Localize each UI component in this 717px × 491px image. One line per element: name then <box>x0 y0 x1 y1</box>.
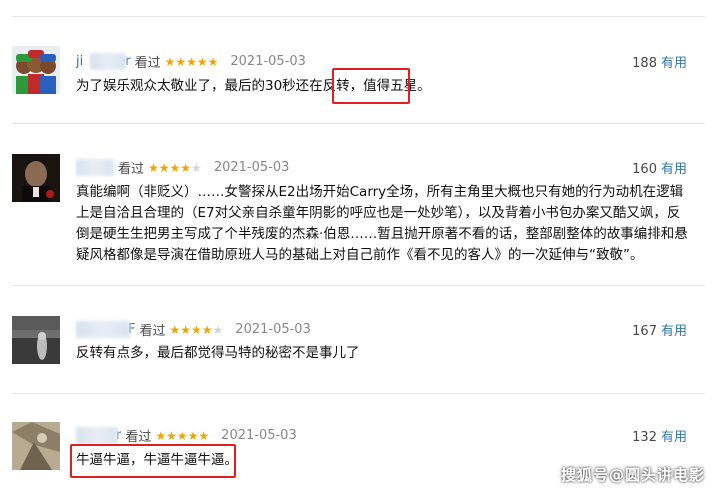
username[interactable]: F <box>76 321 135 338</box>
review-meta: F 看过 ★★★★★ 2021-05-03 <box>76 320 311 339</box>
vote-number: 132 <box>632 430 657 445</box>
avatar-image <box>12 154 60 202</box>
watched-label: 看过 <box>139 324 166 339</box>
highlight-box <box>70 444 236 478</box>
useful-button[interactable]: 有用 <box>661 56 687 71</box>
useful-button[interactable]: 有用 <box>661 324 687 339</box>
avatar[interactable] <box>12 422 60 470</box>
avatar[interactable] <box>12 316 60 364</box>
username-redaction <box>76 321 130 338</box>
divider <box>12 123 705 124</box>
review-meta: jier 看过 ★★★★★ 2021-05-03 <box>76 52 306 71</box>
review-meta: 看过 ★★★★★ 2021-05-03 <box>76 158 289 177</box>
avatar[interactable] <box>12 154 60 202</box>
divider <box>12 285 705 286</box>
vote-count: 167 有用 <box>632 320 687 339</box>
vote-count: 160 有用 <box>632 158 687 177</box>
avatar-image <box>12 422 60 470</box>
review-date: 2021-05-03 <box>221 428 297 443</box>
username-redaction <box>90 53 126 70</box>
vote-count: 188 有用 <box>632 52 687 71</box>
review-text: 真能编啊（非贬义）……女警探从E2出场开始Carry全场，所有主角里大概也只有她… <box>76 184 688 263</box>
rating-stars: ★★★★★ <box>164 54 219 69</box>
watched-label: 看过 <box>118 162 145 177</box>
username-redaction <box>76 427 118 444</box>
review-meta: r 看过 ★★★★★ 2021-05-03 <box>76 426 297 445</box>
username[interactable]: jier <box>76 53 131 70</box>
review-content: 真能编啊（非贬义）……女警探从E2出场开始Carry全场，所有主角里大概也只有她… <box>76 182 688 266</box>
avatar-image <box>12 316 60 364</box>
divider <box>12 16 705 17</box>
vote-number: 188 <box>632 56 657 71</box>
username-redaction <box>76 159 114 176</box>
highlight-box <box>332 68 410 104</box>
vote-number: 167 <box>632 324 657 339</box>
useful-button[interactable]: 有用 <box>661 430 687 445</box>
avatar-image <box>12 46 60 94</box>
review-text: 反转有点多，最后都觉得马特的秘密不是事儿了 <box>76 345 360 361</box>
watermark: 搜狐号@圆头讲电影 <box>560 466 705 484</box>
username[interactable]: r <box>76 427 121 444</box>
rating-stars: ★★★★★ <box>169 322 224 337</box>
rating-stars: ★★★★★ <box>148 160 202 175</box>
watched-label: 看过 <box>134 56 161 71</box>
useful-button[interactable]: 有用 <box>661 162 687 177</box>
username-prefix: ji <box>76 54 84 69</box>
watched-label: 看过 <box>125 430 152 445</box>
divider <box>12 393 705 394</box>
review-date: 2021-05-03 <box>235 322 311 337</box>
vote-count: 132 有用 <box>632 426 687 445</box>
rating-stars: ★★★★★ <box>155 428 210 443</box>
vote-number: 160 <box>632 162 657 177</box>
avatar[interactable] <box>12 46 60 94</box>
review-date: 2021-05-03 <box>213 160 290 175</box>
review-date: 2021-05-03 <box>230 54 306 69</box>
username[interactable] <box>76 159 114 176</box>
review-content: 反转有点多，最后都觉得马特的秘密不是事儿了 <box>76 343 688 364</box>
